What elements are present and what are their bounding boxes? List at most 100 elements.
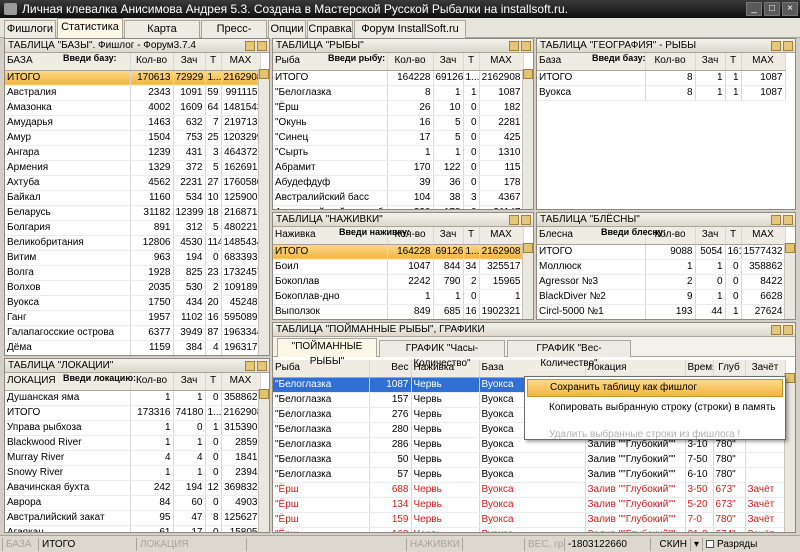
col-header[interactable]: Глуб (713, 360, 746, 378)
table-row[interactable]: Волхов 2035 530 2 109189 (5, 280, 261, 296)
col-header[interactable]: Т (463, 227, 480, 245)
vertical-scrollbar[interactable] (258, 389, 269, 532)
table-row[interactable]: "Сырть 1 1 0 1310 (273, 145, 524, 161)
tab-caught-fish[interactable]: "ПОЙМАННЫЕ РЫБЫ" (277, 338, 377, 367)
scroll-up-arrow[interactable] (259, 69, 269, 79)
close-panel-icon[interactable] (521, 41, 531, 51)
table-row[interactable]: Деревенские просторы354961918153776 (5, 355, 260, 356)
table-row[interactable]: Амур 1504 753 25 1203299 (5, 130, 261, 146)
table-row[interactable]: Австралийский закат 95 47 8 125627 (5, 510, 261, 526)
table-row[interactable]: ИТОГО 8 1 1 1087 (537, 70, 786, 86)
col-header[interactable]: Кол-во (645, 53, 696, 71)
table-row[interactable]: Бокоплав-дно 1 1 0 1 (273, 289, 524, 305)
table-row[interactable]: "Синец 17 5 0 425 (273, 130, 524, 146)
col-header[interactable]: Т (205, 53, 222, 71)
col-header[interactable]: Т (725, 227, 742, 245)
table-row[interactable]: Армения 1329 372 5 162691 (5, 160, 261, 176)
col-header[interactable]: Зач (173, 53, 206, 71)
scroll-up-arrow[interactable] (785, 243, 795, 253)
scroll-up-arrow[interactable] (523, 243, 533, 253)
table-row[interactable]: Вуокса 1750 434 20 45248 (5, 295, 261, 311)
table-row[interactable]: Agressor №3 2 0 0 8422 (537, 274, 786, 290)
pin-icon[interactable] (245, 41, 255, 51)
minimize-button[interactable]: _ (746, 2, 762, 16)
table-row[interactable]: Боил 1047 844 34 325517 (273, 259, 524, 275)
col-header[interactable]: Локация (585, 360, 686, 378)
table-row[interactable]: "Окунь 16 5 0 2281 (273, 115, 524, 131)
pin-icon[interactable] (509, 41, 519, 51)
skin-dropdown-icon[interactable]: ▾ (690, 538, 702, 551)
close-panel-icon[interactable] (257, 41, 267, 51)
close-panel-icon[interactable] (783, 41, 793, 51)
table-row[interactable]: Абудефдуф 39 36 0 178 (273, 175, 524, 191)
table-row[interactable]: "Ёрш 134 Червь Вуокса Залив ""Глубокий"" 5-20… (273, 497, 786, 513)
tab-hours-count-chart[interactable]: ГРАФИК "Часы-Количество" (379, 340, 505, 369)
table-row[interactable]: ИТОГО 164228 69126 1... 2162908 (273, 70, 524, 86)
table-row[interactable]: Моллюск 1 1 0 358862 (537, 259, 786, 275)
col-header[interactable]: Время (685, 360, 714, 378)
close-panel-icon[interactable] (783, 215, 793, 225)
tab-fishlogs[interactable]: Фишлоги (4, 20, 56, 38)
col-header[interactable]: Вес (369, 360, 412, 378)
table-row[interactable]: "Белоглазка 50 Червь Вуокса Залив ""Глубокий… (273, 452, 786, 468)
close-button[interactable]: × (782, 2, 798, 16)
table-row[interactable]: Аврора 84 60 0 4903 (5, 495, 261, 511)
table-row[interactable]: ИТОГО 173316 74180 1... 2162908 (5, 405, 261, 421)
table-row[interactable]: Абрамит 170 122 0 115 (273, 160, 524, 176)
col-header[interactable]: Кол-во (130, 53, 174, 71)
table-row[interactable]: Blackwood River 1 1 0 2859 (5, 435, 261, 451)
col-header[interactable]: Зач (695, 53, 726, 71)
tab-press-review[interactable]: Пресс-обзор (201, 20, 267, 51)
table-row[interactable]: Душанская яма 1 1 0 358862 (5, 390, 261, 406)
pin-icon[interactable] (245, 361, 255, 371)
table-row[interactable]: Выползок 849 685 16 1902321 (273, 304, 524, 319)
table-row[interactable]: Австралийский рогозуб230178031147 (273, 205, 524, 209)
table-row[interactable]: Управа рыбхоза 1 0 1 315390 (5, 420, 261, 436)
tab-statistics[interactable]: Статистика (57, 18, 123, 38)
table-row[interactable]: Амазонка 4002 1609 64 1481543 (5, 100, 261, 116)
vertical-scrollbar[interactable] (258, 69, 269, 355)
col-header[interactable]: Т (205, 373, 222, 391)
table-row[interactable]: ИТОГО 170613 72929 1... 2162908 (5, 70, 261, 86)
pin-icon[interactable] (771, 41, 781, 51)
table-row[interactable]: Агаякан 61 17 0 15805 (5, 525, 261, 532)
table-row[interactable]: "Белоглазка 57 Червь Вуокса Залив ""Глубокий… (273, 467, 786, 483)
table-row[interactable]: "Белоглазка 8 1 1 1087 (273, 85, 524, 101)
table-row[interactable]: "Ёрш168ЧервьВуоксаЗалив ""Глубокий""21-0… (273, 527, 786, 532)
table-row[interactable]: Беларусь 31182 12399 18 216871 (5, 205, 261, 221)
table-row[interactable]: Галапагосские острова 6377 3949 87 1963344 (5, 325, 261, 341)
table-row[interactable]: BlackDiver №2 9 1 0 6628 (537, 289, 786, 305)
table-row[interactable]: Австралийский басс 104 38 3 4367 (273, 190, 524, 206)
table-row[interactable]: Circl-5000 №1 193 44 1 27624 (537, 304, 786, 319)
table-row[interactable]: "Ёрш 688 Червь Вуокса Залив ""Глубокий"" 3-50… (273, 482, 786, 498)
tab-help[interactable]: Справка (307, 20, 353, 38)
table-row[interactable]: Ангара 1239 431 3 464372 (5, 145, 261, 161)
col-header[interactable]: Зач (695, 227, 726, 245)
table-row[interactable]: Snowy River 1 1 0 2394 (5, 465, 261, 481)
pin-icon[interactable] (509, 215, 519, 225)
scroll-up-arrow[interactable] (523, 69, 533, 79)
tab-weight-count-chart[interactable]: ГРАФИК "Вес-Количество" (507, 340, 631, 369)
close-panel-icon[interactable] (521, 215, 531, 225)
table-row[interactable]: Дёма 1159 384 4 196317 (5, 340, 261, 355)
col-header[interactable]: Т (725, 53, 742, 71)
table-row[interactable]: Авачинская бухта 242 194 12 369832 (5, 480, 261, 496)
tab-location-map[interactable]: Карта локаций (124, 20, 200, 51)
tab-options[interactable]: Опции (268, 20, 306, 38)
table-row[interactable]: "Ёрш 26 10 0 182 (273, 100, 524, 116)
table-row[interactable]: Амударья 1463 632 7 219713 (5, 115, 261, 131)
table-row[interactable]: Волга 1928 825 23 1732457 (5, 265, 261, 281)
table-row[interactable]: Великобритания1280645301141485434 (5, 235, 261, 251)
col-header[interactable]: Зач (433, 53, 464, 71)
table-row[interactable]: Murray River 4 4 0 1841 (5, 450, 261, 466)
col-header[interactable]: Т (463, 53, 480, 71)
close-panel-icon[interactable] (257, 361, 267, 371)
table-row[interactable]: Вуокса 8 1 1 1087 (537, 85, 786, 101)
tab-forum[interactable]: Форум InstallSoft.ru (354, 20, 466, 38)
col-header[interactable]: Кол-во (387, 53, 434, 71)
table-row[interactable]: Ганг 1957 1102 16 595089 (5, 310, 261, 326)
pin-icon[interactable] (771, 215, 781, 225)
table-row[interactable]: Витим 963 194 0 683393 (5, 250, 261, 266)
col-header[interactable]: Кол-во (130, 373, 174, 391)
table-row[interactable]: ИТОГО 164228 69126 1... 2162908 (273, 244, 524, 260)
